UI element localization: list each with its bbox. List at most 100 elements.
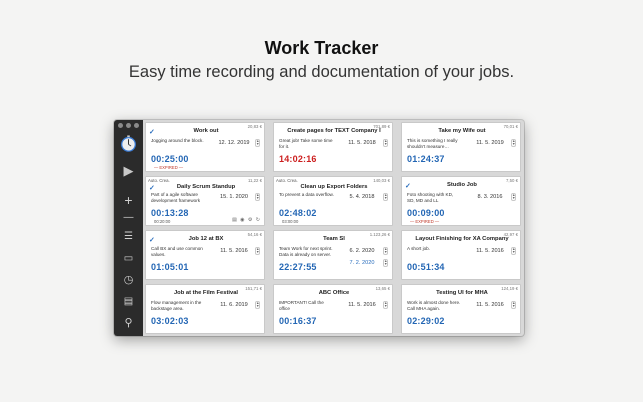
job-description: This is something I really shouldn't mea… [407,138,458,149]
job-description: Work is almost done here. Call MHA again… [407,300,461,311]
elapsed-time: 00:51:34 [407,262,445,272]
elapsed-time: 02:48:02 [279,208,317,218]
expired-label: — EXPIRED — [154,165,184,170]
job-title: Daily Scrum Standup [176,184,236,190]
job-date[interactable]: 11. 5. 2018 [344,140,380,146]
job-date[interactable]: 11. 6. 2019 [216,302,252,308]
job-description: IMPORTANT! Call the office [279,300,324,311]
app-window: ▶ + — ☰ ▭ ◷ ▤ ⚲ 20,83 € ✓ Work out Jogging … [114,120,524,336]
clock-icon[interactable]: ◷ [114,274,143,286]
end-date-stepper[interactable]: ▲ ▼ [383,259,388,267]
job-card[interactable]: 1.123,26 € Team SI Team Work for next spri… [273,230,393,280]
job-date[interactable]: 11. 5. 2016 [472,248,508,254]
job-card[interactable]: 70,01 € Take my Wife out This is something… [401,122,521,172]
job-date[interactable]: 8. 3. 2016 [472,194,508,200]
job-card[interactable]: 701,89 € Create pages for TEXT Company IG… [273,122,393,172]
job-date[interactable]: 6. 2. 2020 [344,248,380,254]
job-description: A short job. [407,246,430,251]
job-description: Jogging around the block. [151,138,204,143]
elapsed-time: 00:16:37 [279,316,317,326]
job-title: Testing UI for MHA [436,290,488,296]
job-date[interactable]: 12. 12. 2019 [216,140,252,146]
plus-icon[interactable]: + [114,193,143,207]
job-description: To prevent a data overflow. [279,192,334,197]
job-card[interactable]: 7,50 € ✓ Studio Job Foto shooting with KD, … [401,176,521,226]
job-description: Great job! Take some time for it. [279,138,333,149]
auto-create-label: Auto. Crea. [276,178,298,183]
zoom-window-button[interactable] [134,123,139,128]
job-card[interactable]: 124,19 € Testing UI for MHA Work is almost… [401,284,521,334]
job-title: Studio Job [447,182,477,188]
job-description: Team Work for next sprint. Data is alrea… [279,246,333,257]
job-title: ABC Office [318,290,350,296]
minimize-window-button[interactable] [126,123,131,128]
hero-subtitle: Easy time recording and documentation of… [128,63,515,81]
job-date[interactable]: 5. 4. 2018 [344,194,380,200]
window-controls [118,123,139,128]
job-title: Clean up Export Folders [300,184,368,190]
auto-create-label: Auto. Crea. [148,178,170,183]
elapsed-time: 00:09:00 [407,208,445,218]
job-title: Work out [193,128,219,134]
date-stepper[interactable]: ▲ ▼ [511,193,516,201]
time-budget: 03:00:00 [282,219,299,224]
job-date[interactable]: 15. 1. 2020 [216,194,252,200]
job-title: Create pages for TEXT Company I [287,128,381,134]
job-title: Job 12 at BX [188,236,224,242]
elapsed-time: 02:29:02 [407,316,445,326]
date-stepper[interactable]: ▲ ▼ [255,193,260,201]
time-budget: 00:20:00 [154,219,171,224]
elapsed-time: 14:02:16 [279,154,317,164]
job-card[interactable]: 151,71 € Job at the Film Festival Flow man… [145,284,265,334]
job-description: Part of a agile software development fra… [151,192,201,203]
elapsed-time: 22:27:55 [279,262,317,272]
list-icon[interactable]: ☰ [114,231,143,243]
job-card[interactable]: 140,03 € Auto. Crea. Clean up Export Folde… [273,176,393,226]
job-card[interactable]: 42,97 € Layout Finishing for XA Company A … [401,230,521,280]
close-window-button[interactable] [118,123,123,128]
job-description: Call BX and use common values. [151,246,203,257]
elapsed-time: 01:24:37 [407,154,445,164]
job-title: Job at the Film Festival [173,290,239,296]
date-stepper[interactable]: ▲ ▼ [511,139,516,147]
sidebar: ▶ + — ☰ ▭ ◷ ▤ ⚲ [114,120,143,336]
elapsed-time: 00:13:28 [151,208,189,218]
job-date[interactable]: 11. 5. 2016 [344,302,380,308]
date-stepper[interactable]: ▲ ▼ [255,139,260,147]
date-stepper[interactable]: ▲ ▼ [383,301,388,309]
job-card[interactable]: 54,16 € ✓ Job 12 at BX Call BX and use comm… [145,230,265,280]
job-card[interactable]: 20,83 € ✓ Work out Jogging around the block… [145,122,265,172]
job-price: 11,22 € [247,178,262,183]
hero-title: Work Tracker [264,38,379,58]
card-tool-icons[interactable]: ▤ ◉ ⚙ ↻ [232,217,261,223]
job-date[interactable]: 11. 5. 2016 [472,302,508,308]
job-card[interactable]: 11,22 € Auto. Crea. ✓ Daily Scrum Standup Pa… [145,176,265,226]
date-stepper[interactable]: ▲ ▼ [383,139,388,147]
play-icon[interactable]: ▶ [114,164,143,177]
search-icon[interactable]: ⚲ [114,317,143,329]
document-icon[interactable]: ▤ [114,296,143,308]
elapsed-time: 03:02:03 [151,316,189,326]
job-title: Layout Finishing for XA Company [415,236,509,242]
job-date[interactable]: 11. 5. 2019 [472,140,508,146]
elapsed-time: 00:25:00 [151,154,189,164]
date-stepper[interactable]: ▲ ▼ [383,193,388,201]
date-stepper[interactable]: ▲ ▼ [383,247,388,255]
job-card[interactable]: 13,65 € ABC Office IMPORTANT! Call the off… [273,284,393,334]
stopwatch-icon[interactable] [120,135,137,152]
job-price: 140,03 € [373,178,390,183]
date-stepper[interactable]: ▲ ▼ [255,247,260,255]
job-date[interactable]: 11. 5. 2016 [216,248,252,254]
date-stepper[interactable]: ▲ ▼ [511,301,516,309]
job-end-date[interactable]: 7. 2. 2020 [344,260,380,266]
job-title: Team SI [323,236,345,242]
expired-label: — EXPIRED — [410,219,440,224]
date-stepper[interactable]: ▲ ▼ [255,301,260,309]
job-description: Flow management in the backstage area. [151,300,202,311]
book-icon[interactable]: ▭ [114,253,143,265]
job-grid: 20,83 € ✓ Work out Jogging around the block… [145,122,523,335]
minus-icon[interactable]: — [114,212,143,224]
job-title: Take my Wife out [438,128,486,134]
elapsed-time: 01:05:01 [151,262,189,272]
date-stepper[interactable]: ▲ ▼ [511,247,516,255]
